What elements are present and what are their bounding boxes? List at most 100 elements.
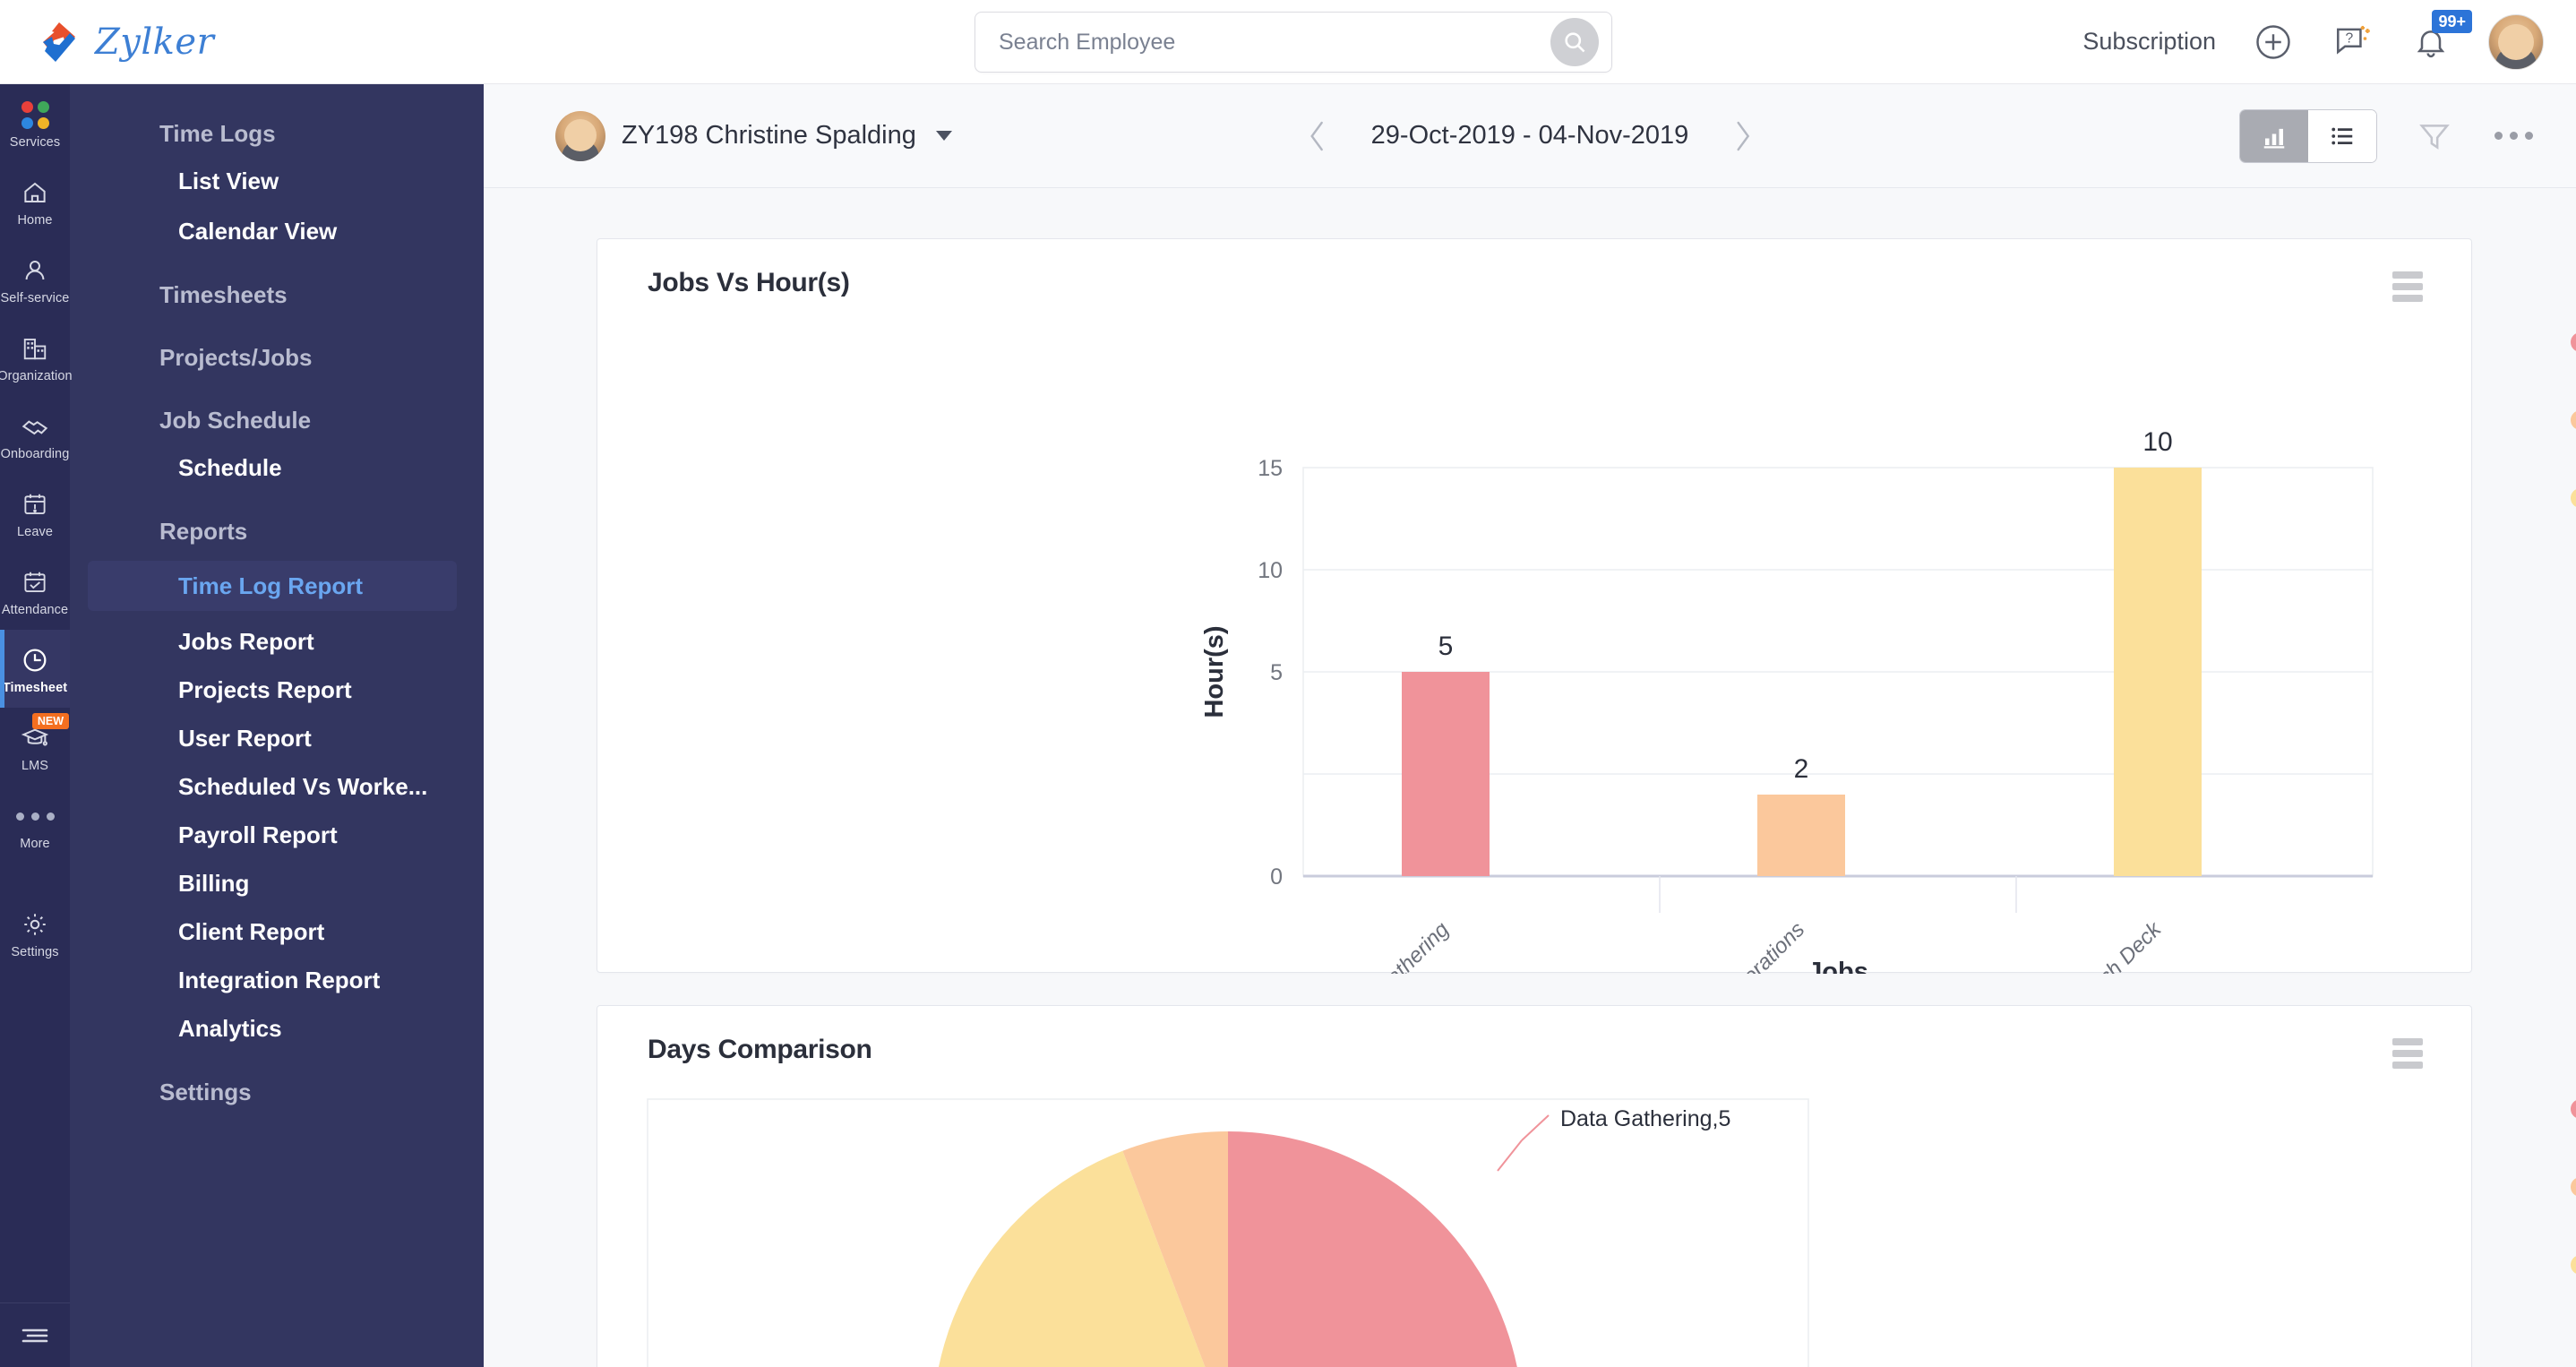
handshake-icon — [21, 412, 49, 441]
svg-text:Data Gathering: Data Gathering — [1334, 917, 1455, 974]
svg-text:0: 0 — [1270, 864, 1283, 890]
legend-color-swatch — [2571, 488, 2576, 508]
ellipsis-icon[interactable] — [2492, 115, 2535, 158]
nav-item-schedule[interactable]: Schedule — [70, 450, 484, 486]
sidebar-item-settings[interactable]: Settings — [0, 894, 70, 972]
sidebar-item-label: Self-service — [0, 291, 70, 305]
nav-item-client-report[interactable]: Client Report — [70, 914, 484, 950]
content-header: ZY198 Christine Spalding 29-Oct-2019 - 0… — [484, 84, 2576, 188]
bar-chart-plot: 15 10 5 0 Hour(s) 5 2 10 Jobs — [597, 239, 2471, 974]
nav-item-calendar-view[interactable]: Calendar View — [70, 213, 484, 249]
services-dots-icon — [21, 100, 49, 129]
legend-row[interactable]: Data Gathering 5.00 — [2571, 322, 2576, 362]
sidebar-item-self-service[interactable]: Self-service — [0, 240, 70, 318]
legend-row[interactable]: Review and Iterat... 2.00 — [2571, 400, 2576, 440]
svg-text:Create Pitch Deck: Create Pitch Deck — [2026, 916, 2167, 974]
nav-item-list-view[interactable]: List View — [70, 163, 484, 199]
nav-section-projects-jobs[interactable]: Projects/Jobs — [70, 340, 484, 374]
bar-chart-icon[interactable] — [2240, 109, 2308, 162]
sidebar-item-lms[interactable]: NEW LMS — [0, 708, 70, 786]
legend-row[interactable]: Create Pitch Deck 10.00 — [2571, 478, 2576, 518]
sidebar-item-onboarding[interactable]: Onboarding — [0, 396, 70, 474]
search-icon[interactable] — [1550, 18, 1599, 66]
brand-name: Zylker — [95, 21, 215, 63]
svg-text:10: 10 — [2142, 427, 2172, 457]
nav-section-time-logs: Time Logs — [159, 120, 276, 147]
plus-circle-icon[interactable] — [2252, 21, 2295, 64]
search-input[interactable] — [999, 29, 1550, 56]
employee-selector[interactable]: ZY198 Christine Spalding — [555, 110, 952, 161]
dashboard-scroll-area[interactable]: Jobs Vs Hour(s) 15 10 5 0 Hour(s) 5 2 10… — [484, 188, 2576, 1367]
legend-color-swatch — [2571, 1177, 2576, 1197]
date-range-selector: 29-Oct-2019 - 04-Nov-2019 — [1305, 116, 1756, 156]
icon-rail: Services Home Self-service Organization … — [0, 84, 73, 1367]
legend-color-swatch — [2571, 1255, 2576, 1275]
nav-item-billing[interactable]: Billing — [70, 865, 484, 901]
sidebar-item-label: Organization — [0, 369, 73, 383]
nav-item-scheduled-vs-worked[interactable]: Scheduled Vs Worke... — [70, 769, 484, 804]
legend-row[interactable]: Data Gathering 5.00 — [2571, 1089, 2576, 1129]
svg-text:?: ? — [2345, 30, 2353, 46]
legend-color-swatch — [2571, 1099, 2576, 1119]
calendar-check-icon — [21, 568, 48, 597]
chevron-left-icon[interactable] — [1305, 116, 1330, 156]
nav-item-time-log-report[interactable]: Time Log Report — [88, 561, 457, 611]
home-icon — [21, 178, 48, 207]
sidebar-item-attendance[interactable]: Attendance — [0, 552, 70, 630]
view-toggle — [2239, 108, 2377, 163]
svg-text:2: 2 — [1794, 754, 1809, 784]
hamburger-collapse-icon[interactable] — [0, 1303, 70, 1367]
content-header-actions — [2239, 108, 2535, 163]
sidebar-item-timesheet[interactable]: Timesheet — [0, 630, 70, 708]
top-bar: Zylker Subscription ? — [0, 0, 2576, 84]
brand-logo[interactable]: Zylker — [36, 19, 214, 65]
svg-text:5: 5 — [1270, 660, 1283, 685]
funnel-filter-icon[interactable] — [2413, 115, 2456, 158]
nav-item-payroll-report[interactable]: Payroll Report — [70, 817, 484, 853]
nav-item-projects-report[interactable]: Projects Report — [70, 672, 484, 708]
avatar[interactable] — [2488, 13, 2544, 70]
nav-item-user-report[interactable]: User Report — [70, 720, 484, 756]
help-chat-icon[interactable]: ? — [2331, 21, 2374, 64]
sidebar-item-label: Services — [9, 135, 61, 150]
nav-item-jobs-report[interactable]: Jobs Report — [70, 623, 484, 659]
new-badge: NEW — [31, 713, 69, 729]
chevron-down-icon[interactable] — [935, 131, 952, 141]
sidebar-item-label: Onboarding — [0, 447, 70, 461]
svg-text:15: 15 — [1258, 456, 1283, 481]
svg-text:5: 5 — [1438, 632, 1454, 661]
svg-text:10: 10 — [1258, 558, 1283, 583]
bell-icon[interactable]: 99+ — [2409, 9, 2472, 64]
legend-color-swatch — [2571, 410, 2576, 430]
sidebar-item-leave[interactable]: Leave — [0, 474, 70, 552]
sidebar-item-services[interactable]: Services — [0, 84, 70, 162]
nav-item-integration-report[interactable]: Integration Report — [70, 962, 484, 998]
nav-section-reports: Reports — [159, 518, 248, 545]
nav-section-job-schedule: Job Schedule — [159, 407, 312, 434]
nav-section-timesheets[interactable]: Timesheets — [70, 278, 484, 312]
chart-card-jobs-vs-hours: Jobs Vs Hour(s) 15 10 5 0 Hour(s) 5 2 10… — [597, 238, 2472, 974]
search-bar[interactable] — [975, 12, 1612, 73]
notification-badge: 99+ — [2432, 9, 2472, 33]
gear-icon — [21, 910, 49, 939]
pie-callout-label: Data Gathering,5 — [1560, 1106, 1730, 1131]
calendar-alert-icon — [21, 490, 48, 519]
clock-icon — [21, 646, 49, 675]
sidebar-item-label: Timesheet — [2, 681, 68, 695]
zylker-logo-icon — [36, 19, 82, 65]
person-icon — [21, 256, 48, 285]
subscription-link[interactable]: Subscription — [2082, 28, 2216, 56]
sidebar-item-home[interactable]: Home — [0, 162, 70, 240]
svg-text:Jobs: Jobs — [1807, 958, 1868, 974]
sidebar-item-organization[interactable]: Organization — [0, 318, 73, 396]
legend-row[interactable]: Review and Iterat... 2.00 — [2571, 1167, 2576, 1207]
date-range-label: 29-Oct-2019 - 04-Nov-2019 — [1370, 121, 1689, 150]
main-content: ZY198 Christine Spalding 29-Oct-2019 - 0… — [484, 84, 2576, 1367]
sidebar-item-more[interactable]: More — [0, 786, 70, 864]
legend-row[interactable]: Create Pitch Deck 10.00 — [2571, 1245, 2576, 1285]
nav-item-analytics[interactable]: Analytics — [70, 1010, 484, 1046]
nav-section-settings[interactable]: Settings — [70, 1075, 484, 1109]
list-view-icon[interactable] — [2308, 109, 2376, 162]
sidebar-item-label: Leave — [16, 525, 53, 539]
chevron-right-icon[interactable] — [1730, 116, 1755, 156]
